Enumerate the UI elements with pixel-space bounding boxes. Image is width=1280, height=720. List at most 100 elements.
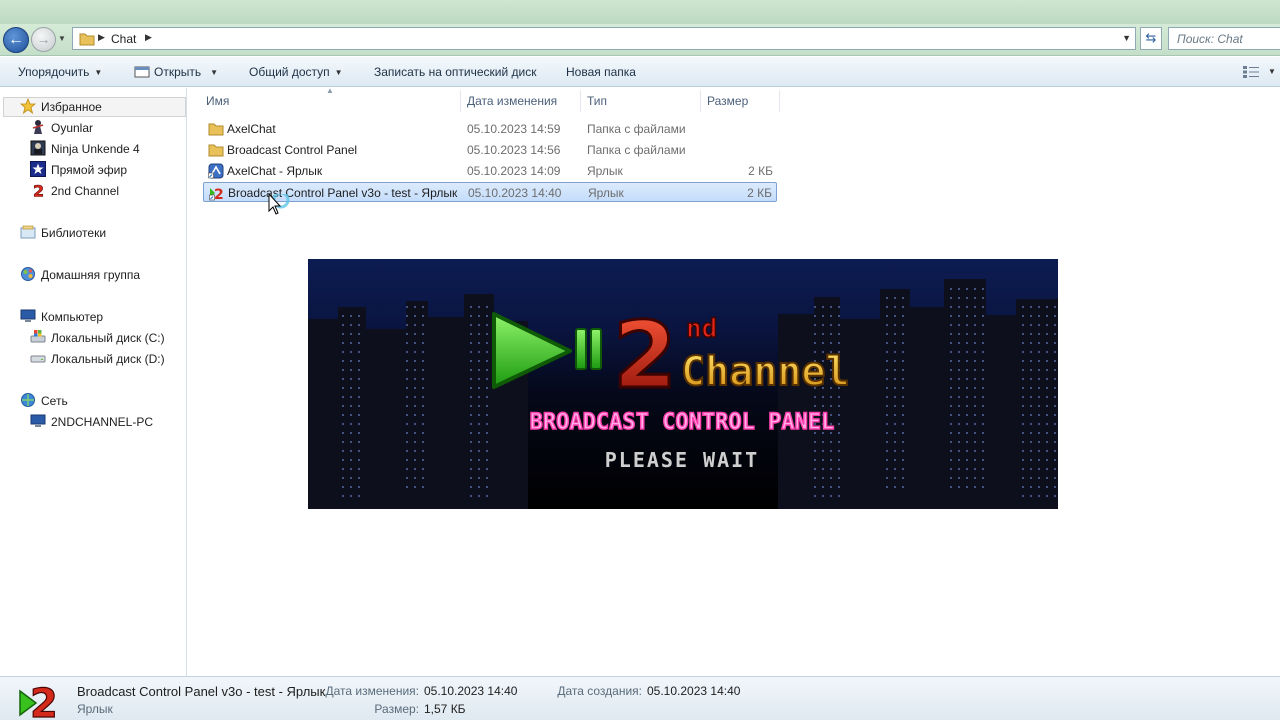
- file-type: Папка с файлами: [587, 122, 686, 136]
- views-chevron-down-icon[interactable]: ▼: [1268, 67, 1276, 76]
- column-header-size[interactable]: Размер: [707, 94, 748, 110]
- svg-text:2: 2: [33, 182, 44, 198]
- live-star-icon: [30, 161, 46, 177]
- burn-disc-button[interactable]: Записать на оптический диск: [374, 65, 537, 79]
- logo-superscript: nd: [686, 314, 717, 344]
- organize-button[interactable]: Упорядочить ▼: [18, 65, 102, 79]
- column-divider[interactable]: [460, 90, 461, 112]
- breadcrumb-arrow-icon[interactable]: ▶: [145, 32, 152, 43]
- nav-drive-d[interactable]: Локальный диск (D:): [30, 349, 165, 369]
- column-header-date[interactable]: Дата изменения: [467, 94, 557, 110]
- nav-item-label: 2nd Channel: [51, 184, 120, 198]
- ninja-icon: [32, 120, 44, 134]
- forward-button[interactable]: →: [31, 27, 56, 52]
- nav-item-label: Локальный диск (C:): [51, 331, 165, 345]
- open-button[interactable]: Открыть ▼: [134, 65, 218, 79]
- file-name: Broadcast Control Panel: [227, 143, 358, 157]
- details-file-kind: Ярлык: [77, 702, 113, 716]
- recent-pages-chevron-icon[interactable]: ▼: [58, 34, 66, 43]
- column-divider[interactable]: [580, 90, 581, 112]
- column-header-type[interactable]: Тип: [587, 94, 607, 110]
- refresh-button[interactable]: ⇆: [1140, 27, 1162, 50]
- file-size: 2 КБ: [747, 186, 772, 200]
- column-divider[interactable]: [700, 90, 701, 112]
- open-label: Открыть: [154, 65, 202, 79]
- nav-item-2nd-channel[interactable]: 2 2nd Channel: [30, 181, 119, 201]
- play-pause-logo: [492, 312, 602, 389]
- splash-status: PLEASE WAIT: [605, 448, 759, 472]
- nav-item-label: Oyunlar: [51, 121, 94, 135]
- title-bar: [0, 0, 1280, 24]
- details-created-label: Дата создания:: [557, 684, 642, 698]
- nav-computer-label: Компьютер: [41, 310, 104, 324]
- file-row[interactable]: AxelChat - Ярлык 05.10.2023 14:09 Ярлык …: [203, 161, 777, 181]
- system-drive-icon: [30, 330, 46, 343]
- nav-item-label: Ninja Unkende 4: [51, 142, 140, 156]
- details-size-label: Размер:: [374, 702, 419, 716]
- file-name: AxelChat: [227, 122, 276, 136]
- 2nd-channel-icon: 2: [33, 182, 45, 198]
- back-button[interactable]: ←: [3, 27, 29, 53]
- chevron-down-icon: ▼: [94, 68, 103, 77]
- search-input[interactable]: Поиск: Chat: [1168, 27, 1280, 50]
- 2nd-channel-shortcut-icon: 2: [209, 187, 224, 201]
- nav-item-label: Прямой эфир: [51, 163, 127, 177]
- nav-network-label: Сеть: [41, 394, 68, 408]
- organize-label: Упорядочить: [18, 65, 90, 79]
- libraries-icon: [20, 225, 36, 239]
- details-pane: 2 Broadcast Control Panel v3o - test - Я…: [0, 676, 1280, 720]
- folder-icon: [208, 144, 224, 157]
- star-icon: [20, 98, 36, 114]
- chevron-down-icon: ▼: [334, 68, 343, 77]
- nav-item-label: 2NDCHANNEL-PC: [51, 415, 154, 429]
- nav-item-ninja-unkende-4[interactable]: Ninja Unkende 4: [30, 139, 140, 159]
- svg-text:2: 2: [214, 187, 224, 201]
- logo-number: 2: [613, 302, 677, 409]
- nav-item-2ndchannel-pc[interactable]: 2NDCHANNEL-PC: [30, 412, 153, 432]
- file-size: 2 КБ: [748, 164, 773, 178]
- address-history-chevron-icon[interactable]: ▼: [1122, 33, 1131, 43]
- network-icon: [21, 393, 35, 407]
- drive-icon: [30, 355, 46, 363]
- nav-item-label: Локальный диск (D:): [51, 352, 165, 366]
- logo-word: Channel: [681, 349, 850, 395]
- file-date: 05.10.2023 14:59: [467, 122, 561, 136]
- new-folder-button[interactable]: Новая папка: [566, 65, 636, 79]
- file-row[interactable]: Broadcast Control Panel 05.10.2023 14:56…: [203, 140, 777, 160]
- file-date: 05.10.2023 14:56: [467, 143, 561, 157]
- mouse-cursor-icon: [268, 194, 290, 215]
- share-button[interactable]: Общий доступ ▼: [249, 65, 343, 79]
- column-divider[interactable]: [779, 90, 780, 112]
- open-app-icon: [134, 66, 150, 78]
- breadcrumb-chat[interactable]: Chat: [111, 32, 136, 46]
- nav-homegroup[interactable]: Домашняя группа: [20, 265, 140, 285]
- details-modified-value: 05.10.2023 14:40: [424, 684, 518, 698]
- nav-libraries[interactable]: Библиотеки: [20, 223, 106, 243]
- file-type: Ярлык: [587, 164, 623, 178]
- nav-item-live-broadcast[interactable]: Прямой эфир: [30, 160, 127, 180]
- 2nd-channel-large-icon: 2: [19, 681, 58, 720]
- axelchat-shortcut-icon: [208, 163, 224, 179]
- nav-favorites[interactable]: Избранное: [20, 97, 102, 117]
- details-file-name: Broadcast Control Panel v3o - test - Ярл…: [77, 684, 326, 699]
- file-name: AxelChat - Ярлык: [227, 164, 323, 178]
- svg-text:2: 2: [30, 681, 58, 720]
- file-type: Ярлык: [588, 186, 624, 200]
- address-bar[interactable]: ▶ Chat ▶ ▼: [72, 27, 1136, 50]
- computer-icon: [20, 309, 36, 322]
- nav-network[interactable]: Сеть: [20, 391, 68, 411]
- column-header-name[interactable]: Имя: [206, 94, 229, 110]
- file-date: 05.10.2023 14:40: [468, 186, 562, 200]
- nav-favorites-label: Избранное: [41, 100, 102, 114]
- splash-subtitle: BROADCAST CONTROL PANEL: [530, 410, 835, 435]
- splash-screen: 2 nd Channel BROADCAST CONTROL PANEL PLE…: [308, 259, 1058, 509]
- file-row[interactable]: AxelChat 05.10.2023 14:59 Папка с файлам…: [203, 119, 777, 139]
- folder-icon: [79, 33, 95, 46]
- nav-computer[interactable]: Компьютер: [20, 307, 103, 327]
- nav-item-oyunlar[interactable]: Oyunlar: [30, 118, 93, 138]
- details-modified-label: Дата изменения:: [325, 684, 420, 698]
- nav-drive-c[interactable]: Локальный диск (C:): [30, 328, 165, 348]
- breadcrumb-arrow-icon[interactable]: ▶: [98, 32, 105, 43]
- pc-icon: [30, 414, 46, 427]
- change-view-icon[interactable]: [1243, 66, 1259, 78]
